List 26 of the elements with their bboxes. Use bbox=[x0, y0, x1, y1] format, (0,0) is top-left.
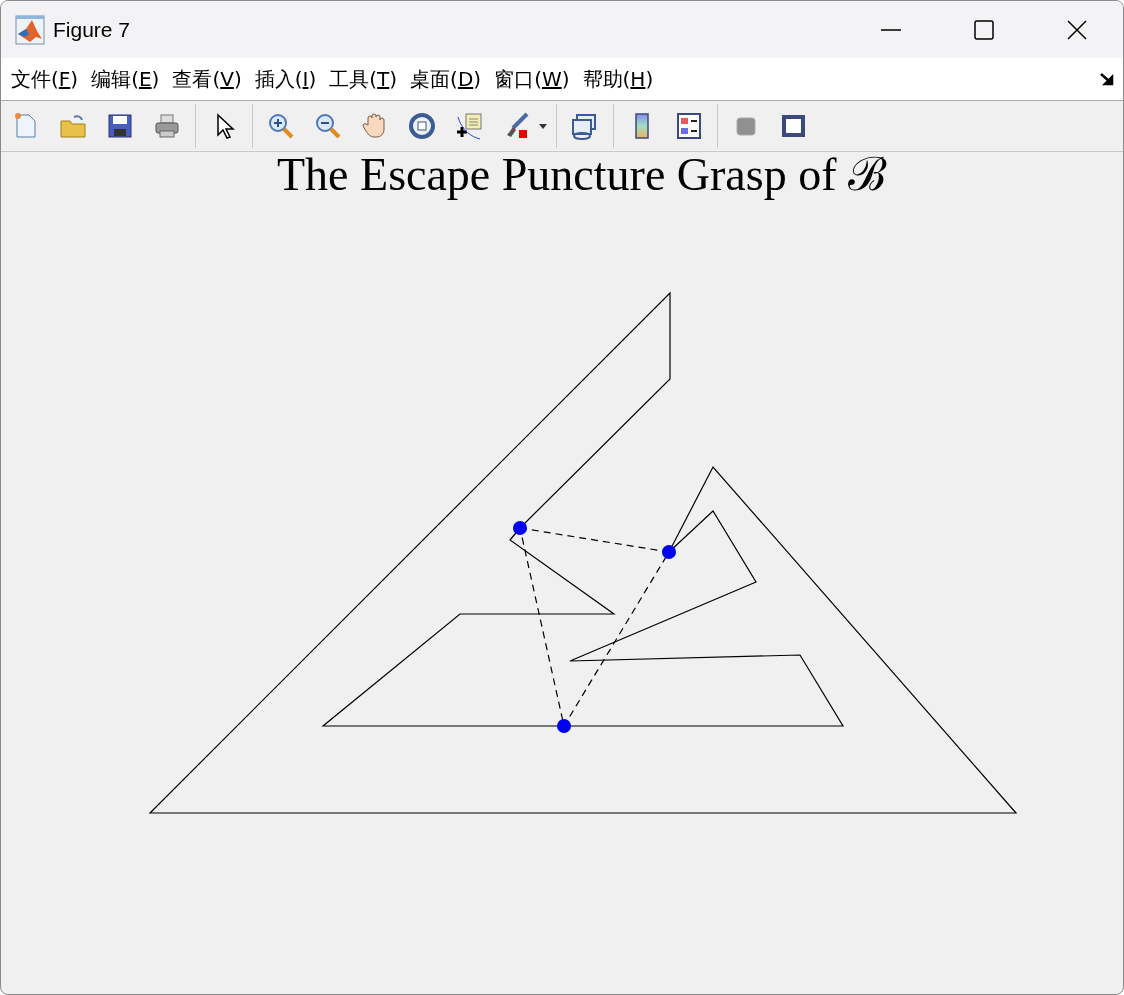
maximize-icon bbox=[973, 19, 994, 40]
menu-item[interactable]: 编辑(E) bbox=[85, 65, 167, 93]
menu-item[interactable]: 插入(I) bbox=[248, 65, 324, 93]
zoom-out-icon bbox=[313, 111, 343, 141]
window-title: Figure 7 bbox=[53, 17, 132, 42]
menu-item[interactable]: 桌面(D) bbox=[404, 65, 489, 93]
menu-item[interactable]: 工具(T) bbox=[323, 65, 405, 93]
legend-icon bbox=[674, 111, 704, 141]
data-cursor-icon bbox=[454, 111, 484, 141]
point-marker bbox=[513, 521, 527, 535]
printer-icon bbox=[152, 111, 182, 141]
menu-item[interactable]: 文件(F) bbox=[5, 65, 86, 93]
caret-icon[interactable] bbox=[538, 121, 548, 131]
point-marker bbox=[557, 719, 571, 733]
menu-item[interactable]: 查看(V) bbox=[166, 65, 249, 93]
app-icon bbox=[15, 14, 45, 45]
rotate-icon bbox=[407, 111, 437, 141]
save-icon bbox=[105, 111, 135, 141]
close-icon bbox=[1066, 19, 1087, 40]
minimize-icon bbox=[880, 28, 901, 31]
menu-item[interactable]: 帮助(H) bbox=[576, 65, 661, 93]
point-marker bbox=[662, 545, 676, 559]
dock-arrow-icon bbox=[1099, 71, 1115, 87]
menu-item[interactable]: 窗口(W) bbox=[488, 65, 577, 93]
figure-title: The Escape Puncture Grasp of ℬ bbox=[277, 149, 887, 201]
zoom-in-icon bbox=[266, 111, 296, 141]
